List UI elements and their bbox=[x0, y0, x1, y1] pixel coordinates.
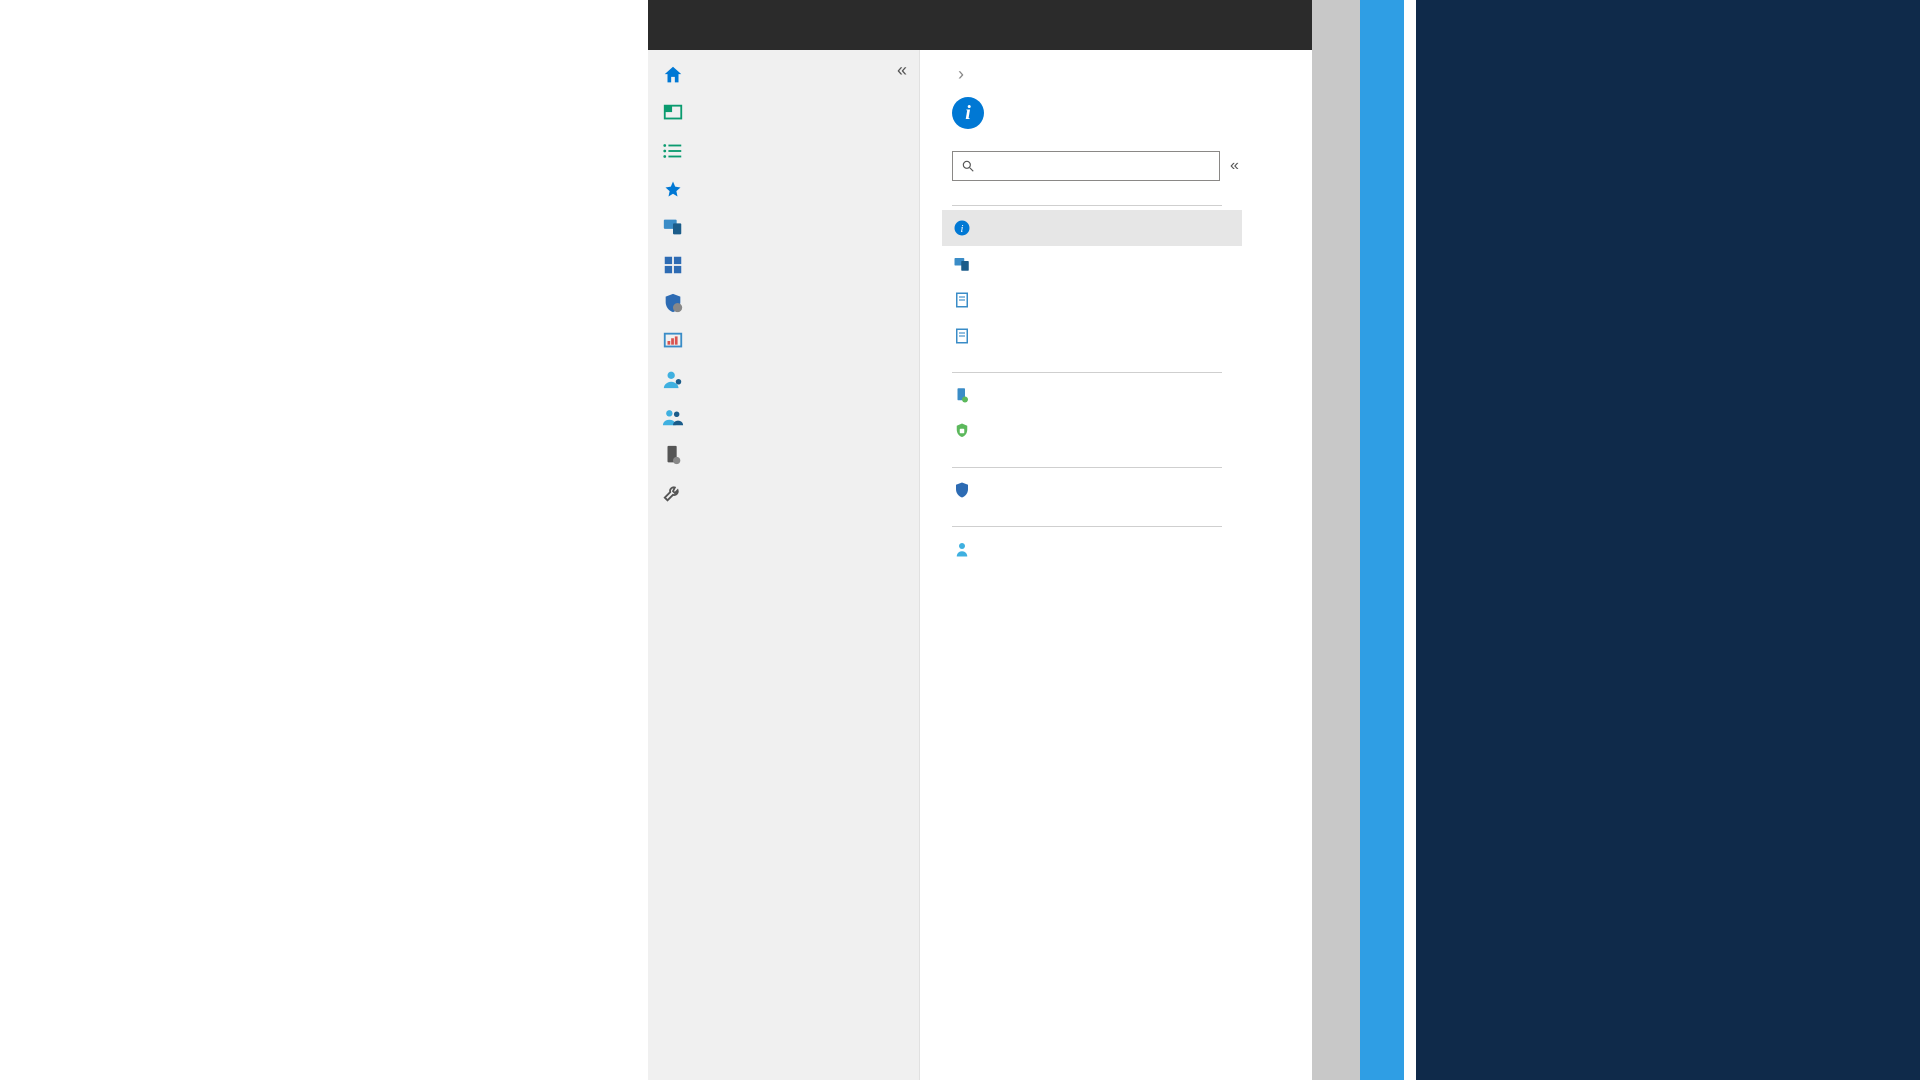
sidebar-item-endpoint-security[interactable] bbox=[648, 284, 919, 322]
sidebar-item-home[interactable] bbox=[648, 56, 919, 94]
menu-item-all-devices[interactable] bbox=[942, 246, 1242, 282]
main-content: › i « i bbox=[920, 50, 1312, 1080]
menu-item-overview[interactable]: i bbox=[942, 210, 1242, 246]
group-icon bbox=[662, 406, 684, 428]
search-icon bbox=[961, 159, 975, 173]
sidebar-item-all-services[interactable] bbox=[648, 132, 919, 170]
tenant-admin-icon bbox=[662, 444, 684, 466]
device-compliance-icon bbox=[952, 385, 972, 405]
app-window: « bbox=[648, 0, 1312, 1080]
menu-item-help-support[interactable] bbox=[942, 531, 1242, 567]
section-heading-overview bbox=[952, 201, 1222, 206]
decorative-side-strips bbox=[1312, 0, 1920, 1080]
document-icon bbox=[952, 326, 972, 346]
sidebar-favorites-heading bbox=[648, 170, 919, 208]
strip-white bbox=[1404, 0, 1416, 1080]
menu-item-conditional-access[interactable] bbox=[942, 413, 1242, 449]
section-heading-setup bbox=[952, 463, 1222, 468]
sidebar-item-reports[interactable] bbox=[648, 322, 919, 360]
info-icon: i bbox=[952, 218, 972, 238]
sidebar-item-groups[interactable] bbox=[648, 398, 919, 436]
svg-text:i: i bbox=[961, 224, 964, 235]
devices-icon bbox=[662, 216, 684, 238]
breadcrumb: › bbox=[952, 64, 1312, 85]
search-input[interactable] bbox=[983, 157, 1211, 175]
wrench-icon bbox=[662, 482, 684, 504]
menu-item-device-compliance[interactable] bbox=[942, 377, 1242, 413]
info-icon: i bbox=[952, 97, 984, 129]
menu-item-defender-atp[interactable] bbox=[942, 472, 1242, 508]
sidebar-collapse-icon[interactable]: « bbox=[897, 60, 907, 81]
shield-icon bbox=[952, 480, 972, 500]
chevron-right-icon: › bbox=[958, 64, 964, 84]
sidebar-item-tenant-admin[interactable] bbox=[648, 436, 919, 474]
dashboard-icon bbox=[662, 102, 684, 124]
reports-icon bbox=[662, 330, 684, 352]
support-icon bbox=[952, 539, 972, 559]
home-icon bbox=[662, 64, 684, 86]
document-icon bbox=[952, 290, 972, 310]
sidebar-item-devices[interactable] bbox=[648, 208, 919, 246]
slide-text-panel bbox=[0, 0, 648, 1080]
sidebar: « bbox=[648, 50, 920, 1080]
strip-navy bbox=[1416, 0, 1920, 1080]
list-icon bbox=[662, 140, 684, 162]
search-input-wrapper[interactable] bbox=[952, 151, 1220, 181]
sidebar-item-apps[interactable] bbox=[648, 246, 919, 284]
sidebar-item-dashboard[interactable] bbox=[648, 94, 919, 132]
menu-item-security-tasks[interactable] bbox=[942, 318, 1242, 354]
star-icon bbox=[662, 178, 684, 200]
app-header bbox=[648, 0, 1312, 50]
menu-item-security-baselines[interactable] bbox=[942, 282, 1242, 318]
strip-blue bbox=[1360, 0, 1404, 1080]
section-heading-help bbox=[952, 522, 1222, 527]
devices-icon bbox=[952, 254, 972, 274]
section-heading-manage bbox=[952, 368, 1222, 373]
sidebar-item-users[interactable] bbox=[648, 360, 919, 398]
apps-icon bbox=[662, 254, 684, 276]
menu-collapse-icon[interactable]: « bbox=[1230, 157, 1239, 175]
shield-icon bbox=[662, 292, 684, 314]
page-title-row: i bbox=[952, 97, 1312, 129]
user-icon bbox=[662, 368, 684, 390]
lock-shield-icon bbox=[952, 421, 972, 441]
sidebar-item-troubleshooting[interactable] bbox=[648, 474, 919, 512]
strip-grey bbox=[1312, 0, 1360, 1080]
